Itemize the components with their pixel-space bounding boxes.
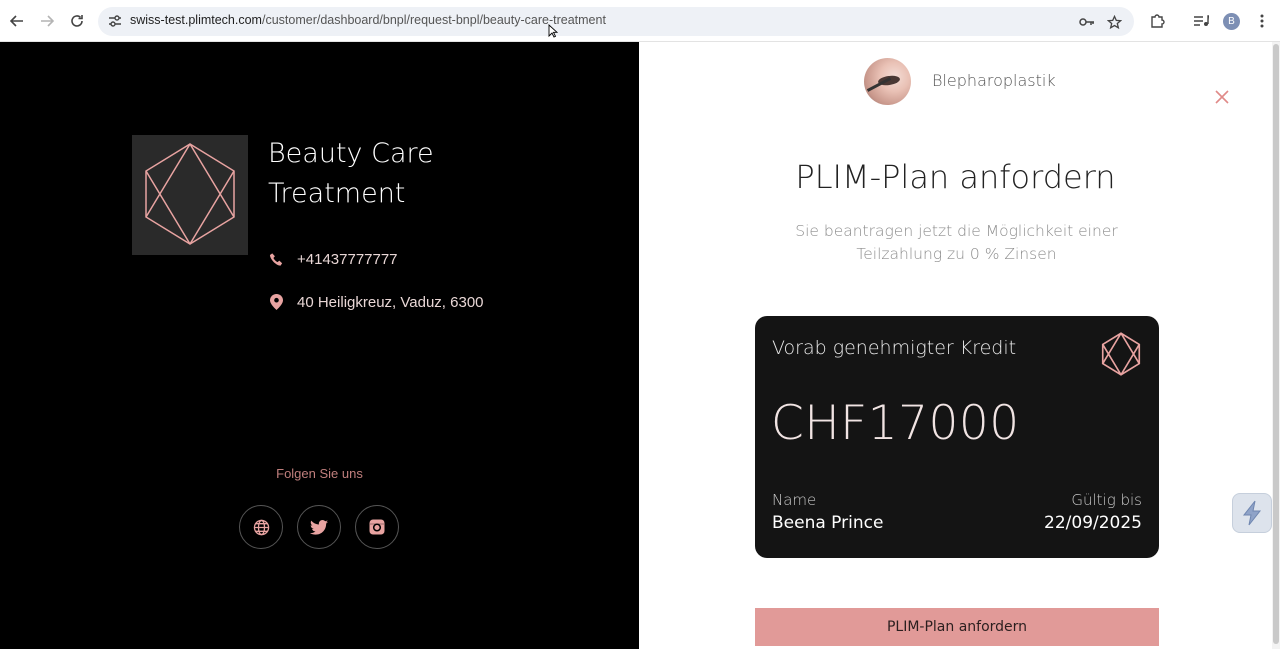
treatment-name: Blepharoplastik [932,71,1056,90]
page-title: PLIM-Plan anfordern [795,158,1116,196]
address-row: 40 Heiligkreuz, Vaduz, 6300 [268,291,484,313]
clinic-name: Beauty Care Treatment [268,138,434,209]
arrow-left-icon [10,15,23,27]
hexagon-crystal-icon [145,143,235,245]
card-label: Vorab genehmigter Kredit [772,337,1017,359]
close-icon [1215,90,1229,104]
card-holder-name: Beena Prince [772,513,884,533]
pre-approved-credit-card: Vorab genehmigter Kredit CHF17000 Name B… [755,316,1159,558]
forward-button[interactable] [36,10,58,32]
arrow-right-icon [41,15,54,27]
phone-number[interactable]: +41437777777 [297,251,398,268]
profile-avatar[interactable]: B [1223,13,1240,30]
twitter-button[interactable] [297,505,341,549]
reload-icon [71,15,83,27]
puzzle-icon[interactable] [1146,10,1168,32]
floating-assistant-button[interactable] [1232,493,1272,533]
kebab-menu-icon[interactable] [1251,10,1273,32]
phone-row[interactable]: +41437777777 [268,248,398,270]
clinic-address: 40 Heiligkreuz, Vaduz, 6300 [297,293,484,311]
card-valid-date: 22/09/2025 [1044,513,1142,533]
url-host: swiss-test.plimtech.com [130,13,262,27]
request-plan-button[interactable]: PLIM-Plan anfordern [755,608,1159,646]
globe-icon [253,519,269,535]
location-pin-icon [268,294,284,310]
reload-button[interactable] [66,10,88,32]
url-text[interactable]: swiss-test.plimtech.com/customer/dashboa… [130,13,606,30]
follow-us-label: Folgen Sie uns [276,466,363,481]
browser-toolbar: swiss-test.plimtech.com/customer/dashboa… [0,0,1280,42]
phone-icon [268,251,284,267]
address-bar[interactable]: swiss-test.plimtech.com/customer/dashboa… [98,7,1134,36]
tune-icon[interactable] [107,13,123,29]
lightning-icon [1242,500,1262,526]
twitter-icon [310,519,328,535]
page-subtitle: Sie beantragen jetzt die Möglichkeit ein… [795,222,1118,263]
hexagon-crystal-icon [1101,332,1141,376]
scrollbar-thumb[interactable] [1273,44,1279,644]
instagram-icon [369,519,385,535]
star-icon[interactable] [1105,13,1123,31]
card-name-label: Name [772,491,817,509]
clinic-info-panel: Beauty Care Treatment +41437777777 40 He… [0,42,639,649]
key-icon[interactable] [1078,13,1096,31]
back-button[interactable] [6,10,28,32]
clinic-logo [132,135,248,255]
treatment-image [864,58,911,105]
mouse-cursor [548,24,558,38]
card-valid-label: Gültig bis [1071,491,1142,509]
credit-amount: CHF17000 [771,396,1020,451]
close-button[interactable] [1212,87,1232,107]
media-control-icon[interactable] [1190,10,1212,32]
instagram-button[interactable] [355,505,399,549]
website-button[interactable] [239,505,283,549]
